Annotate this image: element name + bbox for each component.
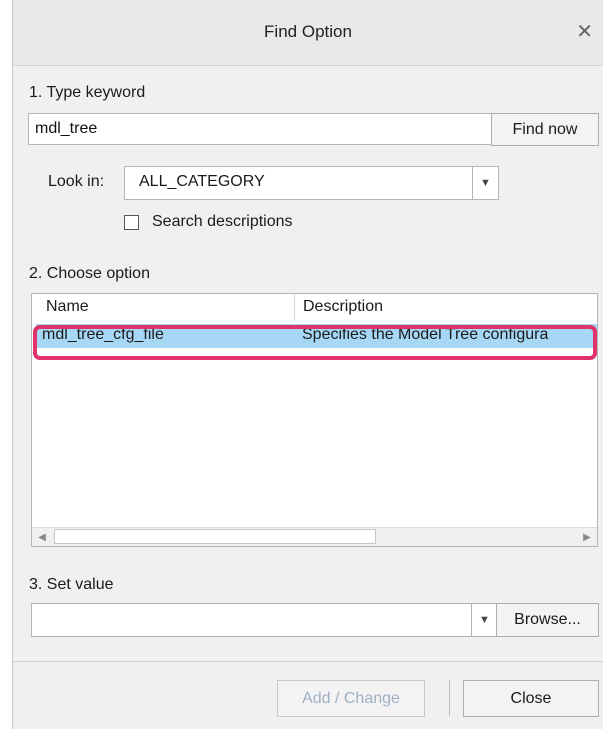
search-descriptions-label: Search descriptions (152, 213, 293, 230)
search-descriptions-checkbox[interactable] (124, 215, 139, 230)
step3-label: 3. Set value (29, 576, 114, 593)
column-header-name[interactable]: Name (38, 294, 292, 321)
dialog-title: Find Option (264, 22, 352, 41)
arrow-left-icon[interactable]: ◀ (32, 528, 52, 546)
set-value-dropdown[interactable]: ▼ (31, 603, 498, 637)
look-in-label: Look in: (48, 173, 105, 190)
find-option-dialog: Find Option ✕ 1. Type keyword Find now L… (12, 0, 603, 729)
find-now-button[interactable]: Find now (491, 113, 599, 146)
title-bar: Find Option ✕ (13, 0, 603, 66)
add-change-button[interactable]: Add / Change (277, 680, 425, 717)
look-in-value: ALL_CATEGORY (139, 173, 265, 190)
horizontal-scrollbar[interactable]: ◀ ▶ (32, 527, 597, 546)
browse-button[interactable]: Browse... (496, 603, 599, 637)
step1-label: 1. Type keyword (29, 84, 146, 101)
column-header-description[interactable]: Description (295, 294, 595, 321)
keyword-input[interactable] (28, 113, 493, 145)
close-icon[interactable]: ✕ (576, 19, 593, 44)
row-name: mdl_tree_cfg_file (42, 326, 164, 343)
footer-separator (449, 680, 450, 716)
chevron-down-icon[interactable]: ▼ (472, 167, 498, 199)
row-description: Specifies the Model Tree configura (302, 326, 549, 343)
options-list[interactable]: Name Description mdl_tree_cfg_file Speci… (31, 293, 598, 547)
chevron-down-icon[interactable]: ▼ (471, 604, 497, 636)
footer-divider (13, 661, 603, 662)
scrollbar-thumb[interactable] (54, 529, 376, 544)
step2-label: 2. Choose option (29, 265, 150, 282)
table-row[interactable]: mdl_tree_cfg_file Specifies the Model Tr… (36, 324, 597, 348)
close-button[interactable]: Close (463, 680, 599, 717)
arrow-right-icon[interactable]: ▶ (577, 528, 597, 546)
look-in-dropdown[interactable]: ALL_CATEGORY ▼ (124, 166, 499, 200)
